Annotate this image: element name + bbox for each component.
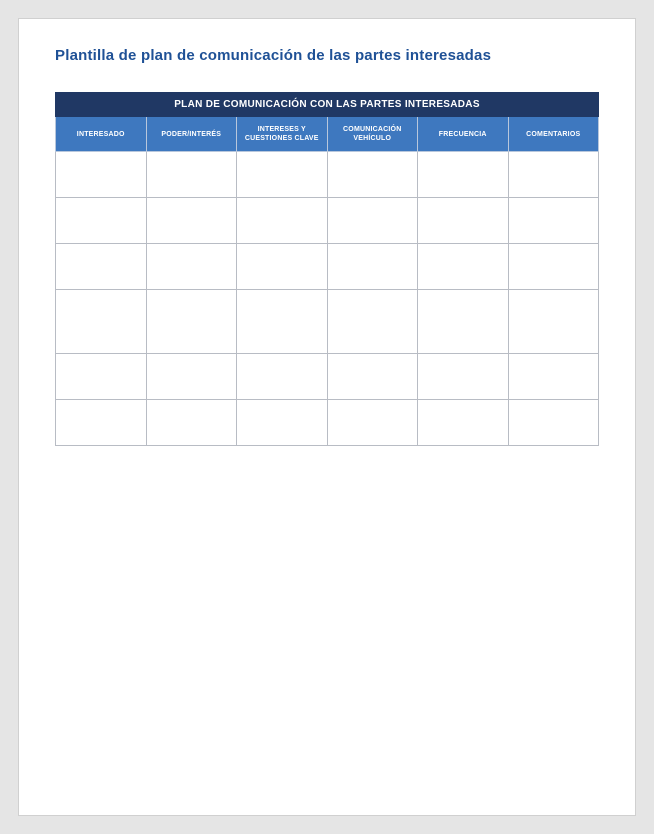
cell[interactable] [237,400,328,446]
document-page: Plantilla de plan de comunicación de las… [18,18,636,816]
table-row [56,244,599,290]
cell[interactable] [237,244,328,290]
cell[interactable] [146,400,237,446]
table-row [56,354,599,400]
col-header-intereses: INTERESES Y CUESTIONES CLAVE [237,117,328,152]
cell[interactable] [146,198,237,244]
cell[interactable] [418,152,509,198]
cell[interactable] [146,244,237,290]
cell[interactable] [237,198,328,244]
cell[interactable] [237,290,328,354]
cell[interactable] [418,354,509,400]
cell[interactable] [327,244,418,290]
col-header-frecuencia: FRECUENCIA [418,117,509,152]
table-caption: PLAN DE COMUNICACIÓN CON LAS PARTES INTE… [56,93,599,117]
communication-plan-table: PLAN DE COMUNICACIÓN CON LAS PARTES INTE… [55,92,599,446]
cell[interactable] [146,354,237,400]
cell[interactable] [327,152,418,198]
cell[interactable] [56,354,147,400]
col-header-comentarios: COMENTARIOS [508,117,599,152]
cell[interactable] [418,198,509,244]
cell[interactable] [418,290,509,354]
page-title: Plantilla de plan de comunicación de las… [55,47,599,64]
col-header-poder: PODER/INTERÉS [146,117,237,152]
cell[interactable] [56,400,147,446]
cell[interactable] [56,290,147,354]
table-row [56,290,599,354]
cell[interactable] [327,354,418,400]
cell[interactable] [508,290,599,354]
cell[interactable] [508,198,599,244]
cell[interactable] [508,354,599,400]
cell[interactable] [508,152,599,198]
cell[interactable] [146,152,237,198]
cell[interactable] [327,400,418,446]
cell[interactable] [237,354,328,400]
cell[interactable] [508,244,599,290]
cell[interactable] [418,400,509,446]
cell[interactable] [56,198,147,244]
cell[interactable] [418,244,509,290]
col-header-comunicacion: COMUNICACIÓN VEHÍCULO [327,117,418,152]
cell[interactable] [237,152,328,198]
table-row [56,152,599,198]
cell[interactable] [327,290,418,354]
cell[interactable] [146,290,237,354]
cell[interactable] [327,198,418,244]
col-header-interesado: INTERESADO [56,117,147,152]
cell[interactable] [56,244,147,290]
cell[interactable] [508,400,599,446]
table-row [56,400,599,446]
cell[interactable] [56,152,147,198]
table-row [56,198,599,244]
